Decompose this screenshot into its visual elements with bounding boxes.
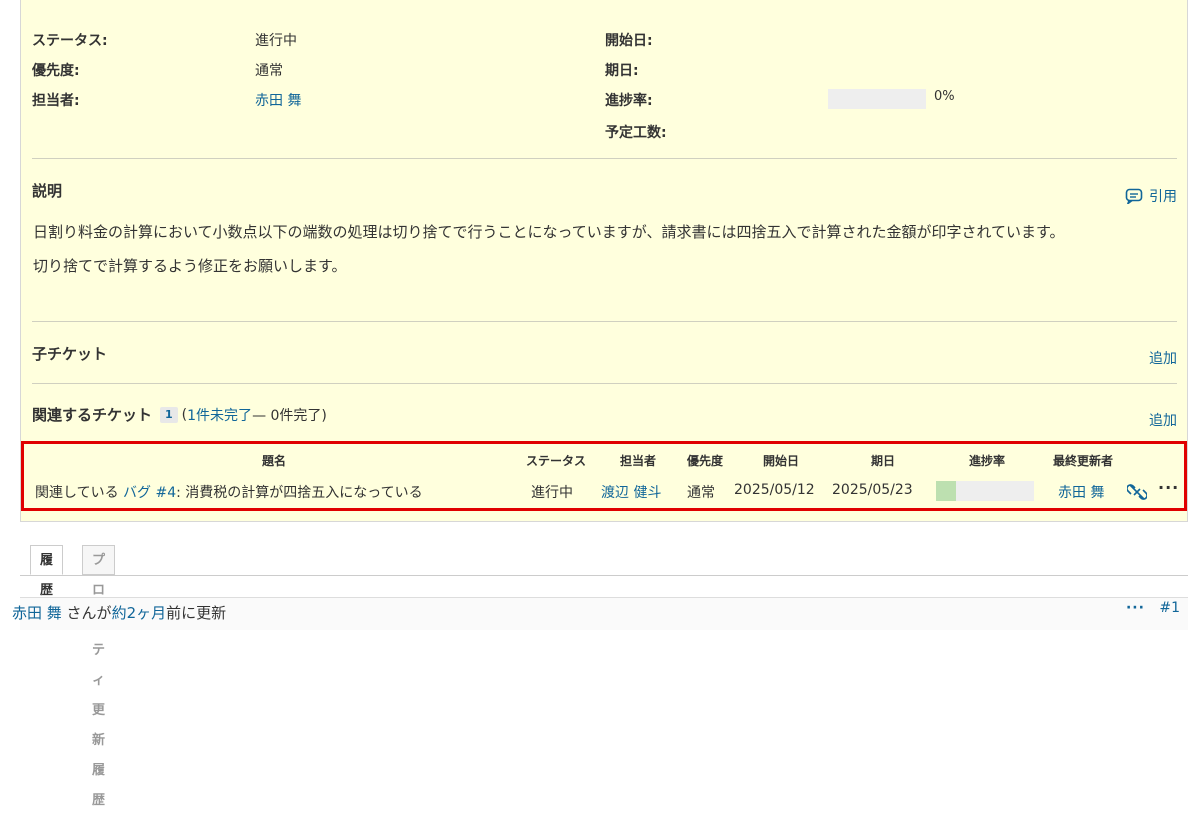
assignee-link[interactable]: 赤田 舞 <box>255 90 301 110</box>
column-header-start: 開始日 <box>763 454 800 468</box>
divider <box>32 383 1177 384</box>
related-issue-assignee[interactable]: 渡辺 健斗 <box>601 482 661 502</box>
estimated-hours-label: 予定工数: <box>605 125 667 141</box>
tab-history[interactable]: 履歴 <box>30 545 64 598</box>
due-date-label: 期日: <box>605 63 639 79</box>
column-header-subject: 題名 <box>262 454 287 468</box>
description-paragraph: 日割り料金の計算において小数点以下の端数の処理は切り捨てで行うことになっています… <box>33 223 1065 241</box>
divider <box>32 321 1177 322</box>
comment-icon <box>1125 188 1143 204</box>
column-header-due: 期日 <box>871 454 896 468</box>
divider <box>32 158 1177 159</box>
subtasks-title: 子チケット <box>32 345 108 363</box>
assignee-label: 担当者: <box>32 93 80 109</box>
related-issue-due: 2025/05/23 <box>832 482 913 498</box>
journal-text-end: 前に更新 <box>166 604 227 622</box>
status-label: ステータス: <box>32 33 108 49</box>
quote-label: 引用 <box>1149 189 1177 205</box>
tab-property-history[interactable]: プロパティ更新履歴 <box>82 545 116 808</box>
add-subtask-link[interactable]: 追加 <box>1149 348 1177 368</box>
progress-fill <box>936 481 956 501</box>
related-issues-table: 題名 ステータス 担当者 優先度 開始日 期日 進捗率 最終更新者 関連している… <box>21 441 1187 511</box>
relations-title: 関連するチケット <box>32 406 153 424</box>
related-issue-status: 進行中 <box>531 485 573 501</box>
priority-value: 通常 <box>255 63 283 79</box>
column-header-status: ステータス <box>526 454 587 468</box>
row-more-button[interactable]: ··· <box>1158 478 1179 497</box>
journal-number-link[interactable]: #1 <box>1159 600 1180 616</box>
related-issue-start: 2025/05/12 <box>734 482 815 498</box>
issue-details: ステータス: 進行中 優先度: 通常 担当者: 赤田 舞 開始日: 期日: 進捗… <box>20 0 1188 522</box>
journal-actions: ··· #1 <box>1126 600 1180 616</box>
related-issue-priority: 通常 <box>687 485 715 501</box>
journal-text: さんが <box>61 604 112 622</box>
column-header-priority: 優先度 <box>687 454 724 468</box>
status-value: 進行中 <box>255 33 297 49</box>
tabs-divider <box>20 575 1188 576</box>
unlink-icon[interactable] <box>1127 482 1147 502</box>
relations-open-link[interactable]: 1件未完了 <box>187 405 252 425</box>
relations-closed-count: — 0件完了) <box>252 407 327 424</box>
journal-time-link[interactable]: 約2ヶ月 <box>112 604 167 622</box>
column-header-updated-by: 最終更新者 <box>1053 454 1114 468</box>
relations-count-badge: 1 <box>160 406 178 423</box>
add-relation-link[interactable]: 追加 <box>1149 410 1177 430</box>
related-issue-progress-bar <box>936 481 1034 501</box>
relations-heading: 関連するチケット 1 ( 1件未完了 — 0件完了) <box>32 404 327 425</box>
table-row: 関連している バグ #4: 消費税の計算が四捨五入になっている <box>35 482 423 502</box>
column-header-assignee: 担当者 <box>620 454 657 468</box>
related-issue-link[interactable]: バグ #4 <box>123 485 176 501</box>
journal-author-link[interactable]: 赤田 舞 <box>12 604 62 622</box>
journal-more-button[interactable]: ··· <box>1126 600 1145 616</box>
description-text: 日割り料金の計算において小数点以下の端数の処理は切り捨てで行うことになっています… <box>33 220 1178 278</box>
priority-label: 優先度: <box>32 63 80 79</box>
start-date-label: 開始日: <box>605 33 653 49</box>
description-title: 説明 <box>32 182 63 200</box>
progress-bar <box>828 89 926 109</box>
description-paragraph: 切り捨てで計算するよう修正をお願いします。 <box>33 257 347 275</box>
progress-value: 0% <box>934 89 955 104</box>
related-issue-subject: : 消費税の計算が四捨五入になっている <box>176 485 423 501</box>
relation-type: 関連している <box>35 485 119 501</box>
related-issue-updated-by[interactable]: 赤田 舞 <box>1058 482 1104 502</box>
quote-button[interactable]: 引用 <box>1125 186 1177 206</box>
journal-header: 赤田 舞 さんが約2ヶ月前に更新 <box>12 602 226 623</box>
progress-label: 進捗率: <box>605 93 653 109</box>
column-header-progress: 進捗率 <box>969 454 1006 468</box>
